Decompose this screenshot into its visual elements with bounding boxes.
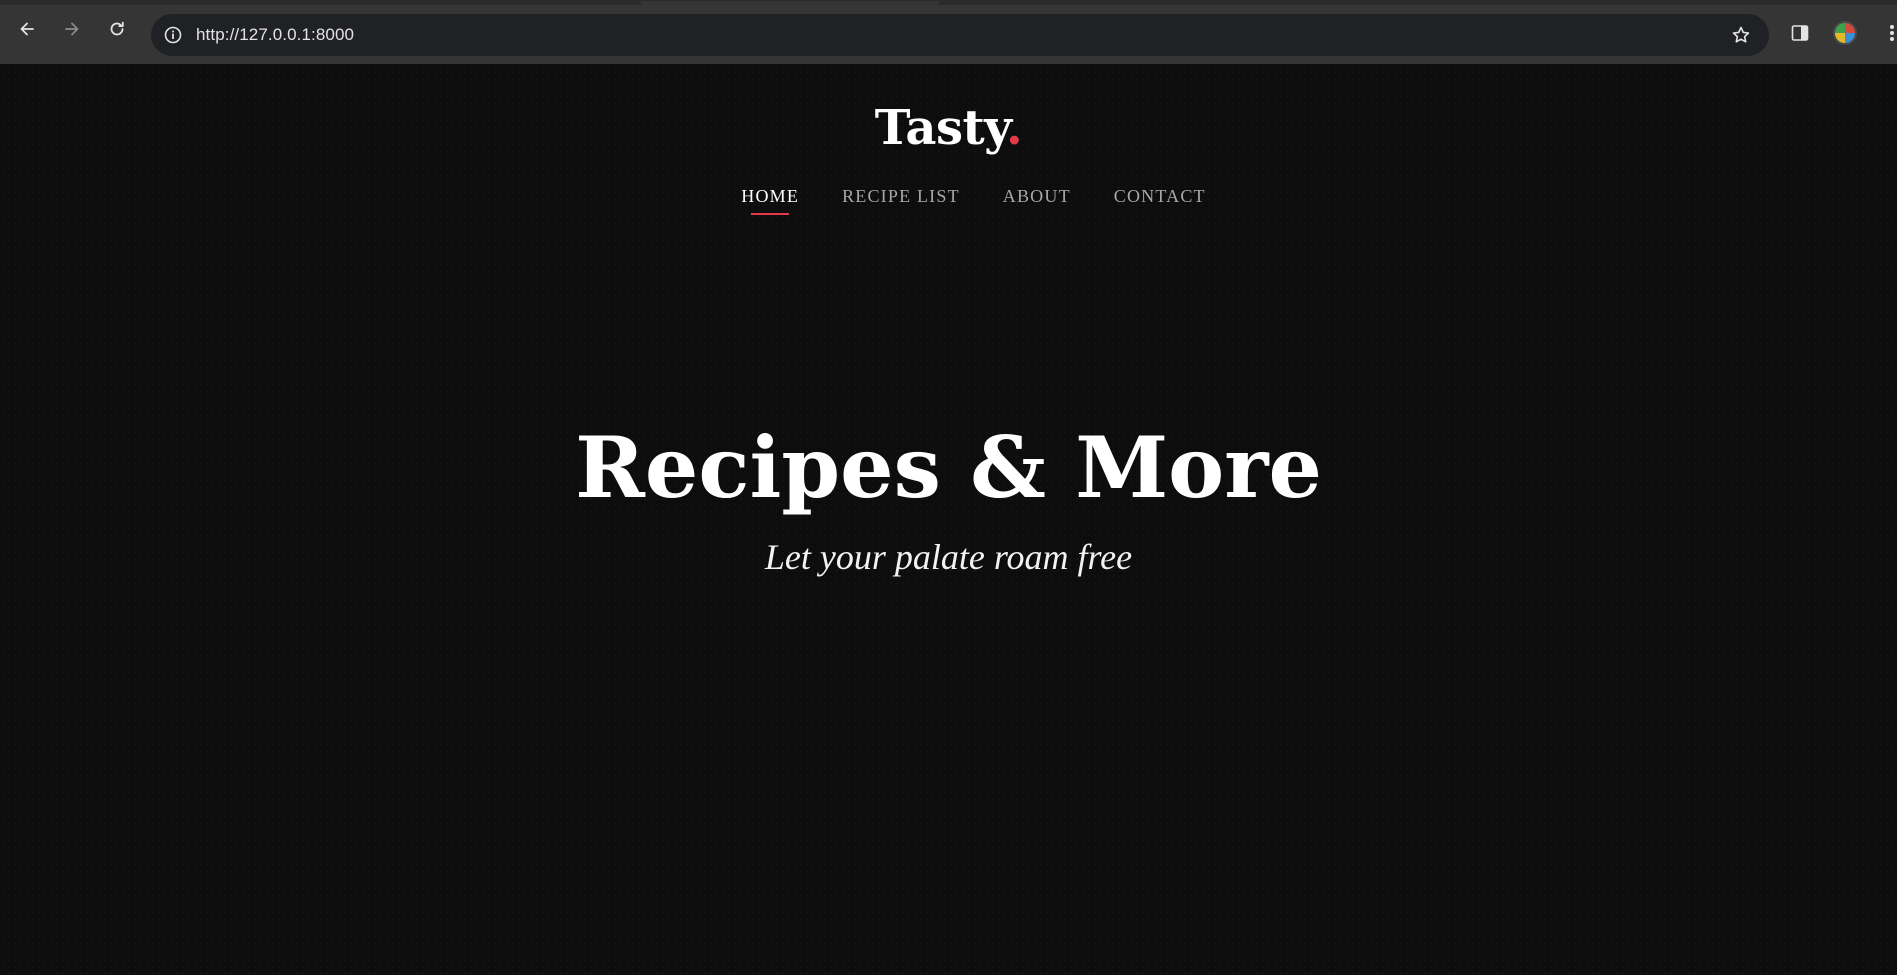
hero-title: Recipes & More [575,418,1322,517]
address-bar[interactable]: http://127.0.0.1:8000 [151,14,1769,56]
star-icon[interactable] [1731,25,1751,45]
forward-button[interactable] [58,15,86,43]
hero-subtitle: Let your palate roam free [764,537,1133,577]
nav-link-home[interactable]: HOME [741,186,799,215]
avatar[interactable] [1833,21,1857,45]
nav-link-contact[interactable]: CONTACT [1114,186,1206,215]
side-panel-icon[interactable] [1790,23,1810,43]
tab-strip [0,1,1897,5]
nav-link-recipe-list[interactable]: RECIPE LIST [842,186,960,215]
site-logo[interactable]: Tasty. [0,100,1897,156]
logo-text: Tasty [874,100,1007,156]
main-nav: HOME RECIPE LIST ABOUT CONTACT [0,186,1897,215]
info-icon[interactable] [163,25,183,45]
reload-icon [110,21,124,36]
kebab-menu-icon[interactable] [1886,23,1897,43]
url-text[interactable]: http://127.0.0.1:8000 [196,14,354,56]
arrow-right-icon [65,22,79,36]
active-tab-edge[interactable] [640,1,940,5]
reload-button[interactable] [103,15,131,43]
arrow-left-icon [20,22,34,36]
logo-dot: . [1006,100,1023,156]
nav-link-about[interactable]: ABOUT [1003,186,1071,215]
back-button[interactable] [13,15,41,43]
browser-toolbar: http://127.0.0.1:8000 [0,0,1897,64]
page-content: Tasty. HOME RECIPE LIST ABOUT CONTACT Re… [0,64,1897,975]
